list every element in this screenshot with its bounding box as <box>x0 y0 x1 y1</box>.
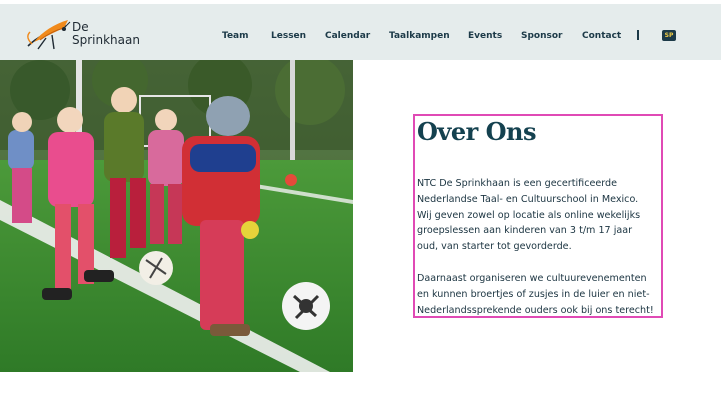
about-title: Over Ons <box>417 117 537 146</box>
site-header: De Sprinkhaan Team Lessen Calendar Taalk… <box>0 4 721 60</box>
site-name: De Sprinkhaan <box>72 21 140 47</box>
site-name-line2: Sprinkhaan <box>72 33 140 47</box>
hero-photo <box>0 60 353 372</box>
nav-divider <box>637 30 639 40</box>
nav-item-team[interactable]: Team <box>222 31 249 41</box>
about-paragraph-1: NTC De Sprinkhaan is een gecertificeerde… <box>417 178 641 253</box>
about-section: Over Ons NTC De Sprinkhaan is een gecert… <box>413 114 663 318</box>
nav-item-lessen[interactable]: Lessen <box>271 31 306 41</box>
language-switch-button[interactable]: SP <box>662 30 676 41</box>
children-playing-soccer-photo <box>0 60 353 372</box>
nav-item-events[interactable]: Events <box>468 31 502 41</box>
nav-item-taalkampen[interactable]: Taalkampen <box>389 31 450 41</box>
nav-item-sponsor[interactable]: Sponsor <box>521 31 563 41</box>
about-paragraph-2: Daarnaast organiseren we cultuurevenemen… <box>417 272 654 316</box>
nav-item-contact[interactable]: Contact <box>582 31 621 41</box>
grasshopper-icon <box>27 20 71 50</box>
site-logo[interactable]: De Sprinkhaan <box>24 16 140 52</box>
nav-item-calendar[interactable]: Calendar <box>325 31 370 41</box>
